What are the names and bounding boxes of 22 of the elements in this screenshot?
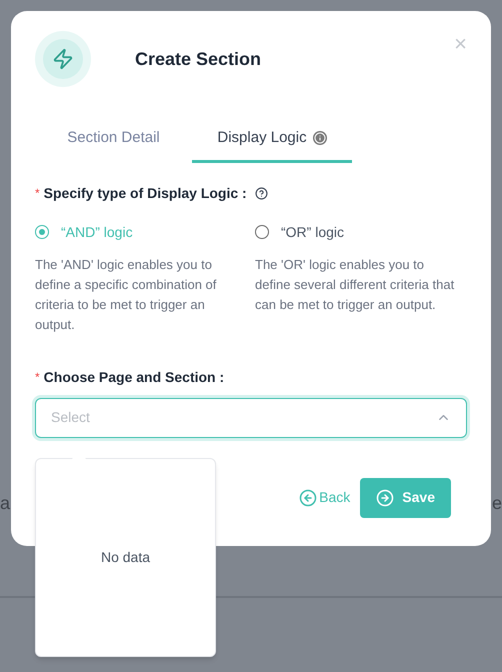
save-button[interactable]: Save	[360, 478, 451, 518]
required-mark: *	[35, 185, 40, 202]
radio-option[interactable]: “OR” logic	[255, 222, 455, 242]
tab[interactable]: Display Logic	[192, 127, 352, 162]
empty-message: No data	[100, 548, 150, 567]
radio-option[interactable]: “AND” logic	[35, 222, 235, 242]
option-description: The 'AND' logic enables you to define a specific combination of criteria to be met to trigger an output.	[35, 256, 218, 334]
close-button[interactable]: ×	[454, 33, 467, 55]
field-label: Choose Page and Section :	[44, 368, 224, 387]
required-mark: *	[35, 369, 40, 386]
radio-button[interactable]	[255, 225, 269, 239]
field-label: Specify type of Display Logic :	[44, 184, 247, 203]
background-text: a	[0, 492, 10, 515]
arrow-left-icon	[299, 488, 318, 506]
back-button[interactable]: Back	[299, 487, 350, 508]
dialog-title: Create Section	[135, 48, 262, 70]
option-description: The 'OR' logic enables you to define several different criteria that can be met to trigger an output.	[255, 256, 455, 314]
tab[interactable]: Section Detail	[35, 127, 192, 162]
arrow-right-icon	[376, 488, 394, 506]
radio-button[interactable]	[35, 225, 49, 239]
background-text: e	[492, 492, 502, 515]
help-icon	[254, 186, 268, 200]
